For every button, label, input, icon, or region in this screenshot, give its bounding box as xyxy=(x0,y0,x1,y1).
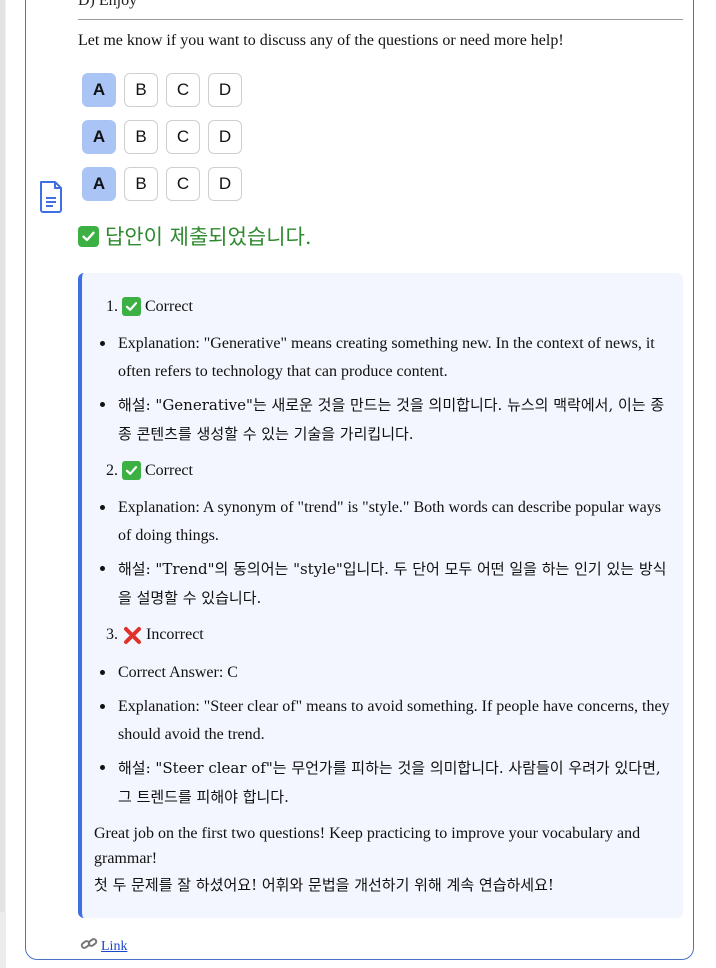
result-q3: 3. Incorrect xyxy=(104,625,204,645)
result-number: 1. xyxy=(106,297,118,315)
submission-status: 답안이 제출되었습니다. xyxy=(78,221,312,251)
divider xyxy=(78,19,683,20)
link-icon xyxy=(80,936,98,957)
choice-b[interactable]: B xyxy=(124,120,158,154)
explanation-ko-text: 해설: "Generative"는 새로운 것을 만드는 것을 의미합니다. 뉴… xyxy=(118,396,665,443)
list-item: Explanation: "Generative" means creating… xyxy=(100,330,676,386)
explanation-text: Explanation: "Generative" means creating… xyxy=(118,335,655,380)
choice-a[interactable]: A xyxy=(82,73,116,107)
intro-text: Let me know if you want to discuss any o… xyxy=(78,32,564,49)
answer-choices-q3: A B C D xyxy=(82,167,242,201)
check-mark-icon xyxy=(122,297,141,316)
choice-b[interactable]: B xyxy=(124,73,158,107)
choice-c[interactable]: C xyxy=(166,120,200,154)
result-number: 2. xyxy=(106,461,118,479)
closing-ko-text: 첫 두 문제를 잘 하셨어요! 어휘와 문법을 개선하기 위해 계속 연습하세요… xyxy=(94,876,554,894)
submission-status-text: 답안이 제출되었습니다. xyxy=(105,225,312,249)
closing-text: Great job on the first two questions! Ke… xyxy=(94,825,641,867)
choice-c[interactable]: C xyxy=(166,167,200,201)
choice-d[interactable]: D xyxy=(208,73,242,107)
choice-a[interactable]: A xyxy=(82,120,116,154)
left-scroll-stub xyxy=(0,912,6,968)
choice-d[interactable]: D xyxy=(208,167,242,201)
list-item: 해설: "Generative"는 새로운 것을 만드는 것을 의미합니다. 뉴… xyxy=(100,391,676,449)
check-mark-icon xyxy=(122,461,141,480)
explanation-text: Explanation: "Steer clear of" means to a… xyxy=(118,698,670,743)
closing-message: Great job on the first two questions! Ke… xyxy=(94,821,679,898)
choice-d[interactable]: D xyxy=(208,120,242,154)
correct-answer-text: Correct Answer: C xyxy=(118,664,238,681)
result-status: Correct xyxy=(145,461,193,479)
feedback-panel: 1. Correct Explanation: "Generative" mea… xyxy=(78,273,683,918)
answer-choices-q1: A B C D xyxy=(82,73,242,107)
previous-option-text: D) Enjoy xyxy=(78,0,138,9)
choice-b[interactable]: B xyxy=(124,167,158,201)
explanation-text: Explanation: A synonym of "trend" is "st… xyxy=(118,499,661,544)
left-panel-edge-shadow xyxy=(5,0,6,968)
result-q2: 2. Correct xyxy=(104,461,193,480)
result-q1: 1. Correct xyxy=(104,297,193,316)
link[interactable]: Link xyxy=(101,939,127,955)
list-item: 해설: "Steer clear of"는 무언가를 피하는 것을 의미합니다.… xyxy=(100,754,676,812)
link-row: Link xyxy=(80,936,127,957)
answer-choices-q2: A B C D xyxy=(82,120,242,154)
document-icon[interactable] xyxy=(38,180,64,214)
result-number: 3. xyxy=(106,626,118,643)
list-item: Explanation: "Steer clear of" means to a… xyxy=(100,693,676,749)
list-item: Explanation: A synonym of "trend" is "st… xyxy=(100,494,676,550)
result-status: Incorrect xyxy=(146,626,204,643)
explanation-ko-text: 해설: "Steer clear of"는 무언가를 피하는 것을 의미합니다.… xyxy=(118,759,661,806)
choice-a[interactable]: A xyxy=(82,167,116,201)
list-item: Correct Answer: C xyxy=(100,659,676,687)
list-item: 해설: "Trend"의 동의어는 "style"입니다. 두 단어 모두 어떤… xyxy=(100,555,676,613)
check-mark-icon xyxy=(78,225,99,247)
cross-mark-icon xyxy=(122,625,142,645)
explanation-ko-text: 해설: "Trend"의 동의어는 "style"입니다. 두 단어 모두 어떤… xyxy=(118,560,667,607)
choice-c[interactable]: C xyxy=(166,73,200,107)
result-status: Correct xyxy=(145,297,193,315)
